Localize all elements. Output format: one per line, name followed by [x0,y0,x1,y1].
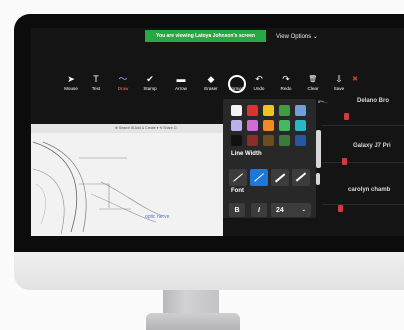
scrollbar[interactable] [316,130,321,168]
whiteboard-toolbar-text: ⊕ Search ⊞ Add & Create ▾ ⟲ Share ⊡ [115,126,177,130]
tool-label: Undo [253,86,265,91]
color-swatch[interactable] [295,120,306,131]
tool-draw[interactable]: 〜 Draw [112,73,134,98]
tool-label: Eraser [204,86,218,91]
toolbar-close-button[interactable]: ✖ [348,73,362,98]
color-swatch[interactable] [279,120,290,131]
participant-small-label: IP+... [318,99,328,104]
line-width-label: Line Width [231,151,262,157]
muted-mic-icon [344,113,349,120]
scrollbar-lower[interactable] [316,173,320,185]
draw-icon: 〜 [118,74,128,84]
redo-icon: ↷ [282,74,290,84]
color-swatch[interactable] [247,105,258,116]
muted-mic-icon [338,205,343,212]
participant-name: Galaxy J7 Pri [353,143,391,149]
color-swatch[interactable] [247,135,258,146]
tool-undo[interactable]: ↶ Undo [248,73,270,98]
stamp-icon: ✔ [146,74,154,84]
tool-arrow[interactable]: ▬ Arrow [170,73,192,98]
tool-clear[interactable]: 🗑 Clear [302,73,324,98]
cursor-icon: ➤ [67,74,75,84]
viewing-banner: You are viewing Latoya Johnson's screen [145,30,266,42]
save-icon: ⇩ [335,74,343,84]
tile-divider [322,125,404,126]
color-swatch[interactable] [279,135,290,146]
tool-label: Draw [117,86,129,91]
tool-label: Stamp [143,86,157,91]
color-swatch[interactable] [231,120,242,131]
tool-label: Arrow [175,86,187,91]
font-label: Font [231,188,244,194]
eye-diagram-sketch [32,141,164,235]
bold-button[interactable]: B [229,203,245,217]
tool-stamp[interactable]: ✔ Stamp [139,73,161,98]
participant-name: carolyn chamb [348,187,391,193]
tool-save[interactable]: ⇩ Save [328,73,350,98]
font-size-select[interactable]: 24 ⌄ [271,203,311,217]
tool-redo[interactable]: ↷ Redo [275,73,297,98]
view-options-button[interactable]: View Options ⌄ [276,30,318,42]
line-width-option-selected[interactable] [250,169,268,186]
tool-label: Text [91,86,101,91]
participant-name: Delano Bro [357,98,390,104]
whiteboard-toolbar: ⊕ Search ⊞ Add & Create ▾ ⟲ Share ⊡ [31,124,223,133]
line-width-option[interactable] [271,169,289,186]
color-swatch[interactable] [279,105,290,116]
muted-mic-icon [342,158,347,165]
line-width-option[interactable] [292,169,310,186]
shared-whiteboard[interactable]: optic nerve [31,124,223,236]
chevron-down-icon: ⌄ [301,207,306,213]
close-icon: ✖ [352,76,358,83]
undo-icon: ↶ [255,74,263,84]
tile-divider [322,162,404,163]
tool-eraser[interactable]: ◆ Eraser [200,73,222,98]
tool-label: Redo [280,86,292,91]
color-swatch[interactable] [295,135,306,146]
eraser-icon: ◆ [207,74,215,84]
monitor-stand-base [146,313,240,330]
arrow-icon: ▬ [176,74,186,84]
italic-button[interactable]: I [251,203,267,217]
tool-text[interactable]: T Text [85,73,107,98]
format-selected-ring [228,75,246,93]
tile-divider [322,204,404,205]
color-swatch[interactable] [231,105,242,116]
format-panel: Line Width Font [223,99,316,218]
text-icon: T [93,74,99,84]
color-swatch[interactable] [263,135,274,146]
color-swatch[interactable] [263,120,274,131]
tool-label: Mouse [64,86,78,91]
tool-mouse[interactable]: ➤ Mouse [60,73,82,98]
color-swatch[interactable] [247,120,258,131]
monitor-chin [14,252,404,290]
annotation-toolbar: ➤ Mouse T Text 〜 Draw ✔ Stamp ▬ Arrow ◆ … [60,73,365,98]
font-size-value: 24 [276,206,284,214]
color-swatch[interactable] [295,105,306,116]
color-swatch[interactable] [231,135,242,146]
line-width-option[interactable] [229,169,247,186]
trash-icon: 🗑 [308,76,318,83]
optic-nerve-label: optic nerve [145,214,170,220]
tool-label: Clear [307,86,319,91]
tool-label: Save [333,86,345,91]
color-swatch[interactable] [263,105,274,116]
